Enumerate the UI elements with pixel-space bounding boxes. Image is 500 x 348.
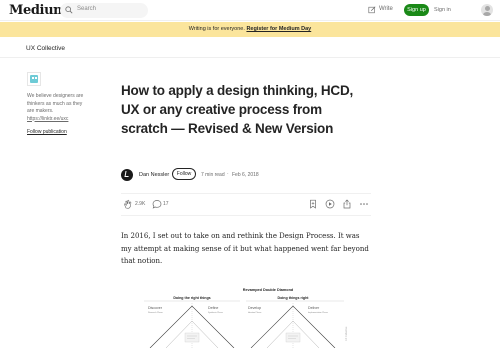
response-count: 17	[163, 201, 169, 207]
author-name[interactable]: Dan Nessler	[139, 172, 169, 178]
search-icon	[65, 6, 73, 14]
clap-icon[interactable]	[123, 199, 133, 209]
listen-icon[interactable]	[325, 199, 335, 209]
write-label: Write	[379, 6, 393, 12]
actions-divider-top	[121, 193, 371, 194]
search-placeholder: Search	[77, 6, 97, 12]
figure-define-sub: Synthesis Phase	[208, 311, 224, 314]
double-diamond-figure: Revamped Double Diamond Doing the right …	[130, 279, 350, 348]
figure-deliver-sub: Implementation Phase	[308, 311, 329, 314]
figure-right-title: Doing things right	[278, 296, 310, 300]
article-title: How to apply a design thinking, HCD, UX …	[121, 83, 354, 136]
share-icon[interactable]	[342, 199, 352, 209]
figure-side-note: UX Collective	[345, 326, 348, 341]
figure-develop-sub: Ideation Phase	[248, 311, 262, 314]
bookmark-add-icon[interactable]	[308, 199, 318, 209]
banner-register-link[interactable]: Register for Medium Day	[246, 26, 311, 32]
meta-separator: ·	[227, 171, 229, 177]
comment-icon[interactable]	[152, 199, 162, 209]
author-avatar[interactable]	[121, 169, 133, 181]
more-options-icon[interactable]	[359, 199, 369, 209]
figure-main-title: Revamped Double Diamond	[243, 288, 294, 292]
figure-left-title: Doing the right things	[173, 296, 210, 300]
publication-link[interactable]: https://linktr.ee/uxc	[27, 116, 68, 122]
publication-name[interactable]: UX Collective	[26, 45, 65, 52]
search-box[interactable]: Search	[60, 3, 148, 18]
read-time: 7 min read	[201, 172, 225, 178]
figure-discover: Discover	[148, 306, 163, 310]
user-avatar-icon[interactable]	[481, 4, 493, 16]
publish-date: Feb 6, 2018	[232, 172, 259, 178]
figure-discover-sub: Research Phase	[148, 312, 164, 314]
publication-logo-icon[interactable]	[27, 72, 41, 86]
figure-define: Define	[208, 306, 218, 310]
top-nav-bar: Medium Search Write Sign up Sign in	[0, 0, 500, 21]
sign-in-link[interactable]: Sign in	[434, 7, 451, 13]
actions-divider-bottom	[121, 215, 371, 216]
sign-up-button[interactable]: Sign up	[404, 4, 429, 16]
medium-logo[interactable]: Medium	[9, 3, 67, 18]
figure-deliver: Deliver	[308, 306, 320, 310]
follow-publication-link[interactable]: Follow publication	[27, 129, 67, 135]
figure-develop: Develop	[248, 306, 261, 310]
clap-count: 2.9K	[135, 201, 146, 207]
banner-text: Writing is for everyone.	[188, 26, 245, 32]
publication-description: We believe designers are thinkers as muc…	[27, 93, 89, 123]
article-paragraph: In 2016, I set out to take on and rethin…	[121, 232, 369, 265]
follow-author-button[interactable]: Follow	[172, 168, 196, 180]
promo-banner: Writing is for everyone. Register for Me…	[0, 22, 500, 37]
write-icon	[368, 6, 376, 14]
header-divider	[0, 57, 500, 58]
publication-description-text: We believe designers are thinkers as muc…	[27, 93, 84, 114]
